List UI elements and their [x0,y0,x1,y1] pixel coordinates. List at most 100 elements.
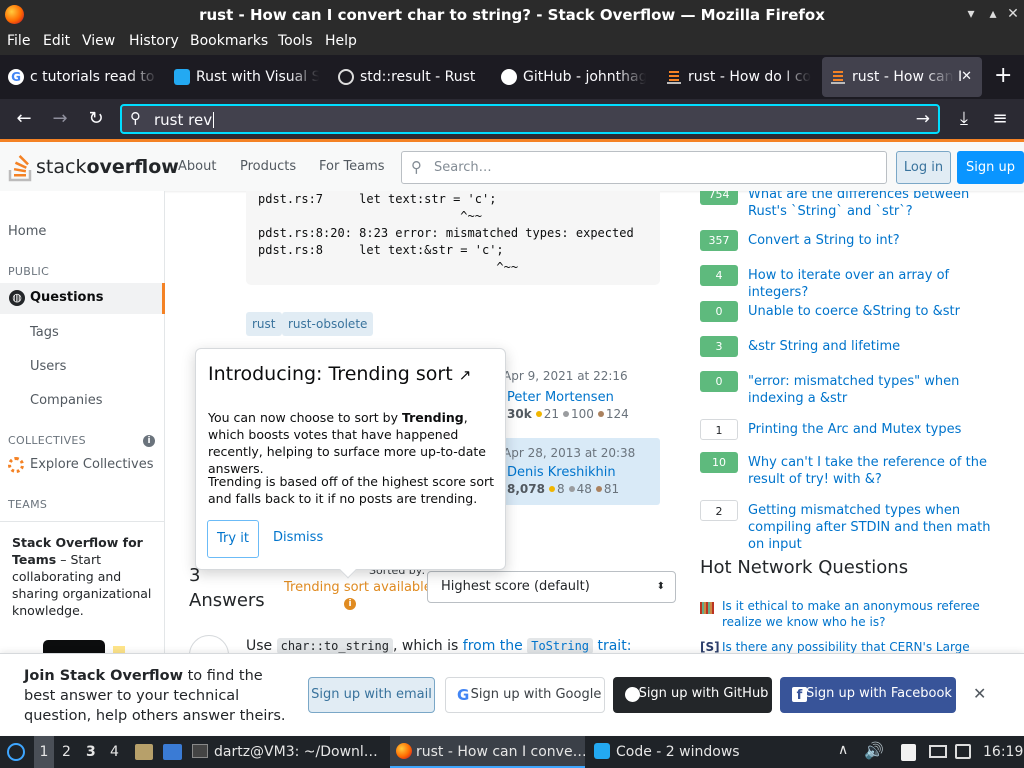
tag-rust-obsolete[interactable]: rust-obsolete [282,312,374,336]
taskbar-firefox[interactable]: rust - How can I conve… [390,736,585,768]
related-question-link[interactable]: "error: mismatched types" when indexing … [748,373,1004,407]
stackoverflow-icon [666,69,682,85]
asker-signature: Apr 28, 2013 at 20:38 Denis Kreshikhin 8… [503,438,660,505]
signup-banner: Join Stack Overflow to find the best ans… [0,653,1024,735]
tab-github[interactable]: GitHub - johnthag [501,57,646,97]
info-icon[interactable]: i [143,435,155,447]
related-question-link[interactable]: Why can't I take the reference of the re… [748,454,1004,488]
asker-reputation: 8,078 8 48 81 [507,482,620,496]
display-icon[interactable] [929,745,947,758]
workspace-3[interactable]: 3 [86,736,100,768]
so-nav-about[interactable]: About [178,159,216,174]
signup-github-button[interactable]: Sign up with GitHub [613,677,772,713]
menu-view[interactable]: View [82,33,115,49]
answer-text: Use char::to_string, which is from the T… [246,638,632,653]
related-question-link[interactable]: What are the differences between Rust's … [748,191,1004,220]
nav-tags[interactable]: Tags [30,325,59,340]
network-icon[interactable] [955,744,971,759]
github-icon [625,687,640,702]
asker-user-link[interactable]: Denis Kreshikhin [507,465,616,480]
menu-help[interactable]: Help [325,33,357,49]
hot-network-title: Hot Network Questions [700,557,909,578]
nav-section-collectives: COLLECTIVES [8,434,86,447]
window-title: rust - How can I convert char to string?… [199,6,825,24]
file-manager-icon[interactable] [135,744,153,760]
search-icon: ⚲ [130,109,141,127]
so-topbar: stackoverflow About Products For Teams ⚲… [0,139,1024,191]
nav-companies[interactable]: Companies [30,393,103,408]
tab-bar: Gc tutorials read to Rust with Visual S … [0,55,1024,99]
popover-text-1: You can now choose to sort by Trending, … [208,410,486,476]
tostring-link[interactable]: from the [463,638,523,653]
go-arrow-icon[interactable]: → [916,109,930,129]
menu-tools[interactable]: Tools [278,33,313,49]
new-tab-icon[interactable]: + [994,63,1012,88]
app-menu-icon[interactable]: ≡ [988,107,1012,131]
signup-google-button[interactable]: G Sign up with Google [445,677,605,713]
vscode-icon [174,69,190,85]
tab-rust-vscode[interactable]: Rust with Visual S [174,57,319,97]
trending-available-label: Trending sort available [284,580,432,595]
tab-rust-how-do-i[interactable]: rust - How do I co [666,57,811,97]
reload-icon[interactable]: ↻ [84,107,108,131]
clipboard-icon[interactable] [901,744,916,761]
close-window-icon[interactable]: ✕ [1004,5,1022,23]
tab-c-tutorials[interactable]: Gc tutorials read to [8,57,158,97]
tag-rust[interactable]: rust [246,312,282,336]
signup-facebook-button[interactable]: f Sign up with Facebook [780,677,956,713]
window-titlebar: rust - How can I convert char to string?… [0,0,1024,30]
google-icon: G [8,69,24,85]
tab-rust-how-can-i[interactable]: rust - How can I ✕ [822,57,982,97]
trending-info-icon[interactable]: i [344,598,356,610]
menu-file[interactable]: File [7,33,30,49]
nav-home[interactable]: Home [8,224,46,239]
maximize-icon[interactable]: ▴ [984,5,1002,23]
login-button[interactable]: Log in [896,151,951,184]
answer-vote-circle[interactable] [189,635,229,653]
minimize-icon[interactable]: ▾ [962,5,980,23]
url-bar[interactable]: ⚲ rust rev → [120,104,940,134]
menu-edit[interactable]: Edit [43,33,70,49]
signup-button[interactable]: Sign up [957,151,1024,184]
start-menu-icon[interactable] [7,743,25,761]
downloads-icon[interactable]: ⤓ [952,107,976,131]
signup-email-button[interactable]: Sign up with email [308,677,435,713]
nav-explore-collectives[interactable]: Explore Collectives [30,457,154,472]
inline-code[interactable]: ToString [527,638,594,653]
close-banner-icon[interactable]: ✕ [973,684,986,703]
terminal-icon [192,744,208,758]
volume-icon[interactable]: 🔊 [864,741,884,760]
so-nav-for-teams[interactable]: For Teams [319,159,385,174]
related-question-link[interactable]: Getting mismatched types when compiling … [748,502,1004,553]
workspace-4[interactable]: 4 [110,736,124,768]
workspace-1[interactable]: 1 [34,736,54,768]
so-nav-products[interactable]: Products [240,159,296,174]
clock: 16:19 [983,744,1023,760]
nav-users[interactable]: Users [30,359,66,374]
taskbar-vscode[interactable]: Code - 2 windows [594,736,754,768]
close-tab-icon[interactable]: ✕ [961,57,972,97]
back-icon[interactable]: ← [12,107,36,131]
menu-bookmarks[interactable]: Bookmarks [190,33,268,49]
answer-score-badge: 3 [700,336,738,357]
workspace-2[interactable]: 2 [62,736,76,768]
show-desktop-icon[interactable] [163,744,182,760]
sort-select[interactable]: Highest score (default) ⬍ [427,571,676,603]
tab-std-result[interactable]: std::result - Rust [338,57,488,97]
editor-user-link[interactable]: Peter Mortensen [507,390,614,405]
forward-icon[interactable]: → [48,107,72,131]
system-tray-collapse-icon[interactable]: ∧ [838,742,848,758]
related-question-link[interactable]: Convert a String to int? [748,232,1004,249]
related-question-link[interactable]: Unable to coerce &String to &str [748,303,1004,320]
dismiss-button[interactable]: Dismiss [273,530,323,545]
url-input-value: rust rev [154,111,213,129]
related-question-link[interactable]: Printing the Arc and Mutex types [748,421,1004,438]
taskbar-terminal[interactable]: dartz@VM3: ~/Downl… [192,736,382,768]
nav-questions[interactable]: ◍ Questions [0,283,165,314]
related-question-link[interactable]: &str String and lifetime [748,338,1004,355]
related-question-link[interactable]: How to iterate over an array of integers… [748,267,1004,301]
try-it-button[interactable]: Try it [207,520,259,558]
nav-toolbar: ← → ↻ ⚲ rust rev → ⤓ ≡ [0,99,1024,139]
so-search-input[interactable]: ⚲ Search… [401,151,887,184]
menu-history[interactable]: History [129,33,179,49]
